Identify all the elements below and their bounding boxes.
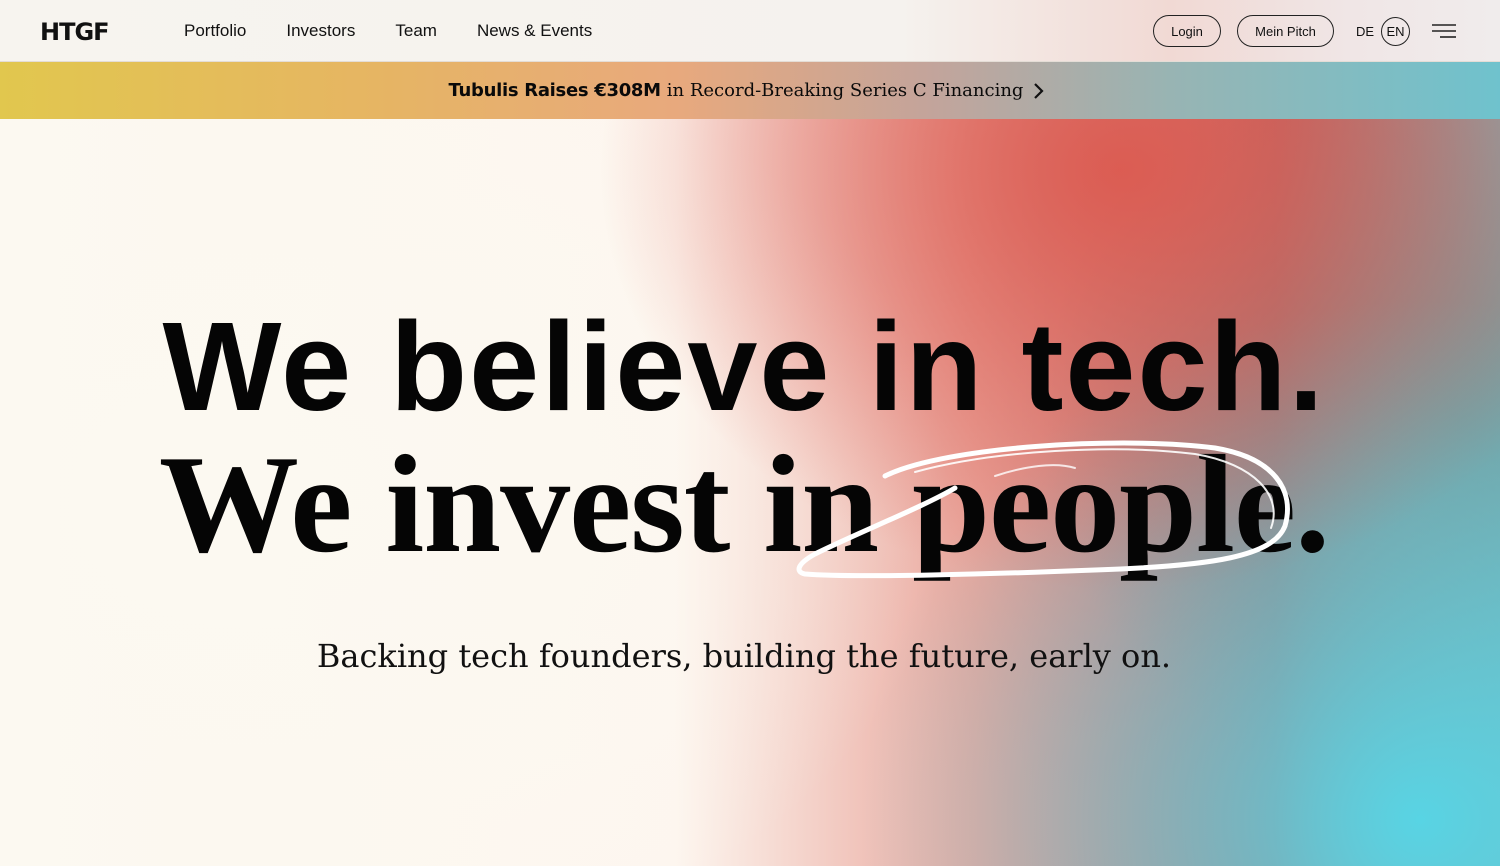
language-en[interactable]: EN bbox=[1381, 17, 1410, 46]
nav-news-events[interactable]: News & Events bbox=[477, 21, 592, 41]
htgf-logo[interactable]: HTGF bbox=[40, 18, 110, 46]
nav-portfolio[interactable]: Portfolio bbox=[184, 21, 246, 41]
hero-subtitle: We invest in people. bbox=[158, 427, 1330, 582]
mein-pitch-button[interactable]: Mein Pitch bbox=[1237, 15, 1334, 47]
announcement-text: in Record-Breaking Series C Financing bbox=[666, 80, 1024, 101]
nav-team[interactable]: Team bbox=[395, 21, 437, 41]
hero-title: We believe in tech. bbox=[162, 296, 1326, 437]
hero-tagline: Backing tech founders, building the futu… bbox=[316, 637, 1172, 675]
hamburger-icon[interactable] bbox=[1432, 23, 1456, 39]
main-nav: Portfolio Investors Team News & Events bbox=[184, 0, 632, 62]
nav-investors[interactable]: Investors bbox=[286, 21, 355, 41]
announcement-banner[interactable]: Tubulis Raises €308M in Record-Breaking … bbox=[0, 62, 1500, 119]
chevron-right-icon bbox=[1034, 82, 1045, 99]
site-header: HTGF Portfolio Investors Team News & Eve… bbox=[0, 0, 1500, 62]
announcement-headline: Tubulis Raises €308M bbox=[448, 80, 662, 101]
page: HTGF Portfolio Investors Team News & Eve… bbox=[0, 0, 1500, 866]
language-de[interactable]: DE bbox=[1356, 24, 1374, 39]
login-button[interactable]: Login bbox=[1153, 15, 1221, 47]
